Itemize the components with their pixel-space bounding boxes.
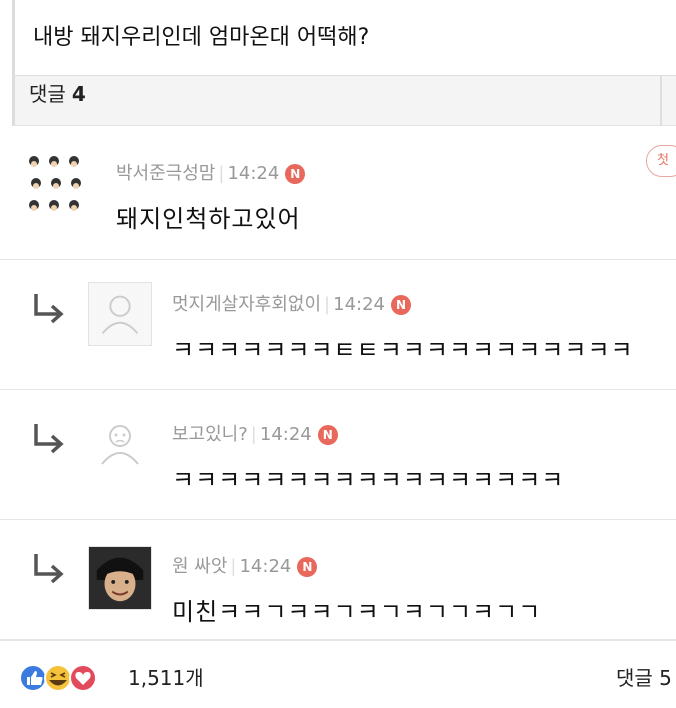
avatar[interactable] [88,282,152,346]
reaction-icons[interactable] [18,663,128,693]
reply-item: 원 싸앗 | 14:24 N 미친ㅋㅋㄱㅋㅋㄱㅋㄱㅋㄱㄱㅋㄱㄱ [0,520,676,640]
comment-meta: 보고있니? | 14:24 N [172,420,338,446]
sticker-avatar-icon [29,156,81,211]
avatar[interactable] [24,151,88,215]
haha-icon [44,664,72,692]
comment-text: 미친ㅋㅋㄱㅋㅋㄱㅋㄱㅋㄱㄱㅋㄱㄱ [172,598,542,626]
heart-icon [69,664,97,692]
reactions-footer: 1,511개 댓글 5 [0,640,676,708]
comment-text: ㅋㅋㅋㅋㅋㅋㅋㅋㅋㅋㅋㅋㅋㅋㅋㅋㅋ [172,466,565,494]
comment-item: 박서준극성맘 | 14:24 N 돼지인척하고있어 첫 [0,127,676,260]
comment-time: 14:24 [227,163,280,184]
new-badge-icon: N [391,295,411,315]
comment-meta: 멋지게살자후회없이 | 14:24 N [172,290,411,316]
reply-item: 보고있니? | 14:24 N ㅋㅋㅋㅋㅋㅋㅋㅋㅋㅋㅋㅋㅋㅋㅋㅋㅋ [0,390,676,520]
comment-time: 14:24 [259,424,312,445]
reply-arrow-icon [28,288,68,328]
header-divider [660,76,662,126]
avatar[interactable] [88,412,152,476]
reply-arrow-icon [28,418,68,458]
comment-author[interactable]: 멋지게살자후회없이 [172,294,321,315]
reply-arrow-icon [28,548,68,588]
comment-time: 14:24 [239,556,292,577]
comment-time: 14:24 [333,294,385,315]
default-avatar-icon [101,425,139,465]
post-title: 내방 돼지우리인데 엄마온대 어떡해? [12,0,676,76]
first-comment-badge: 첫 [646,145,676,177]
comment-author[interactable]: 원 싸앗 [172,556,227,577]
new-badge-icon: N [285,164,306,184]
comment-text: ㅋㅋㅋㅋㅋㅋㅋㅌㅌㅋㅋㅋㅋㅋㅋㅋㅋㅋㅋㅋ [172,336,634,364]
like-icon [19,664,47,692]
new-badge-icon: N [297,557,318,577]
reaction-count[interactable]: 1,511개 [128,663,204,693]
comment-author[interactable]: 박서준극성맘 [116,163,215,184]
photo-avatar-icon [89,547,151,609]
comments-header: 댓글 4 [12,76,676,126]
avatar[interactable] [88,546,152,610]
comments-label: 댓글 [29,82,66,106]
comments-count: 4 [71,82,86,106]
footer-comment-count[interactable]: 댓글 5 [616,663,672,693]
comment-meta: 원 싸앗 | 14:24 N [172,552,318,578]
comment-meta: 박서준극성맘 | 14:24 N [116,159,306,185]
comment-text: 돼지인척하고있어 [116,205,301,233]
reply-item: 멋지게살자후회없이 | 14:24 N ㅋㅋㅋㅋㅋㅋㅋㅌㅌㅋㅋㅋㅋㅋㅋㅋㅋㅋㅋㅋ [0,260,676,390]
new-badge-icon: N [317,425,338,445]
comment-author[interactable]: 보고있니? [172,424,248,445]
default-avatar-icon [101,295,139,334]
